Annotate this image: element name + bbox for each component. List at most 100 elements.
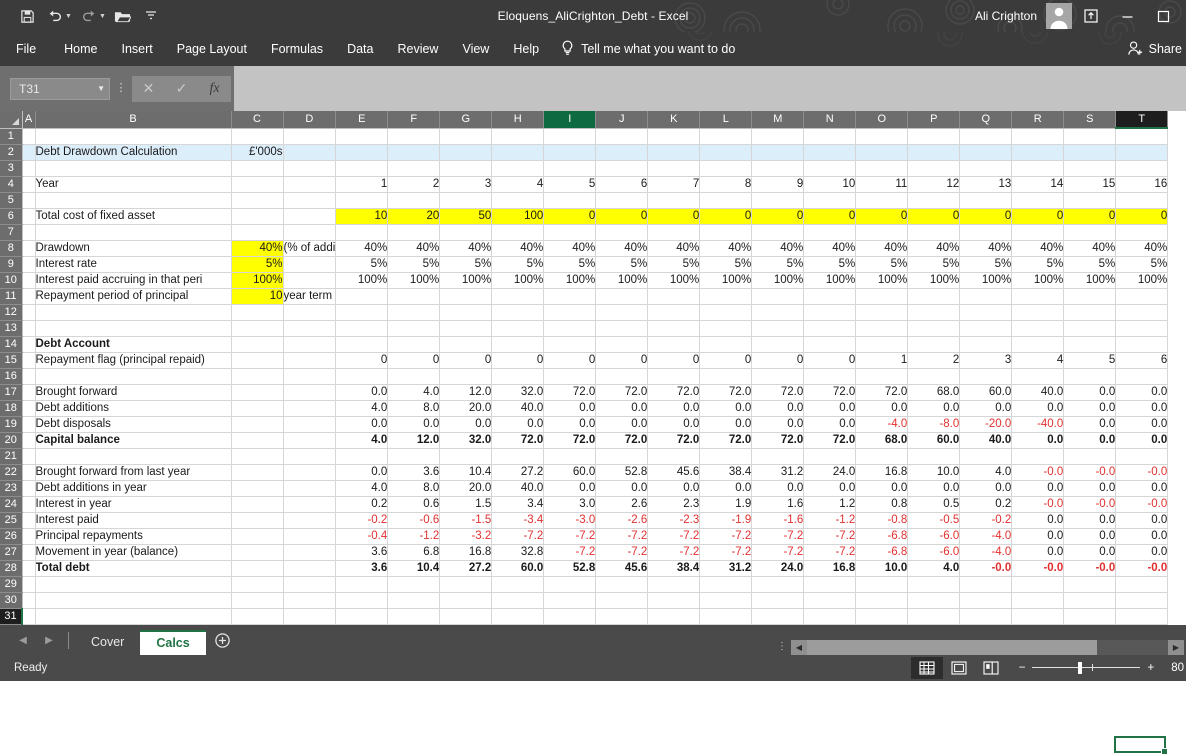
- row-header-18[interactable]: 18: [0, 400, 23, 417]
- cell-A19[interactable]: [22, 416, 36, 433]
- cell-C26[interactable]: [231, 528, 284, 545]
- cell-R13[interactable]: [1011, 320, 1065, 337]
- cell-E16[interactable]: [335, 368, 389, 385]
- cell-L4[interactable]: 8: [699, 176, 753, 193]
- cell-Q4[interactable]: 13: [959, 176, 1013, 193]
- cell-J12[interactable]: [595, 304, 649, 321]
- cell-G6[interactable]: 50: [439, 208, 493, 225]
- column-header-G[interactable]: G: [439, 111, 493, 129]
- cell-F21[interactable]: [387, 448, 441, 465]
- cell-O24[interactable]: 0.8: [855, 496, 909, 513]
- tell-me-search[interactable]: Tell me what you want to do: [551, 40, 735, 59]
- cell-K13[interactable]: [647, 320, 701, 337]
- cell-Q2[interactable]: [959, 144, 1013, 161]
- cell-R28[interactable]: -0.0: [1011, 559, 1065, 577]
- cell-K19[interactable]: 0.0: [647, 416, 701, 433]
- cell-N18[interactable]: 0.0: [803, 400, 857, 417]
- cell-C16[interactable]: [231, 368, 284, 385]
- column-header-L[interactable]: L: [699, 111, 753, 129]
- cell-A8[interactable]: [22, 240, 36, 257]
- cell-E4[interactable]: 1: [335, 176, 389, 193]
- cell-B19[interactable]: Debt disposals: [35, 416, 232, 433]
- cell-S14[interactable]: [1063, 336, 1117, 353]
- cell-I26[interactable]: -7.2: [543, 528, 597, 545]
- cell-T6[interactable]: 0: [1115, 208, 1169, 225]
- cell-O11[interactable]: [855, 288, 909, 305]
- cell-A20[interactable]: [22, 432, 36, 449]
- cell-E12[interactable]: [335, 304, 389, 321]
- row-header-7[interactable]: 7: [0, 224, 23, 241]
- cell-I30[interactable]: [543, 592, 597, 609]
- cell-T14[interactable]: [1115, 336, 1169, 353]
- cell-P19[interactable]: -8.0: [907, 416, 961, 433]
- cell-C4[interactable]: [231, 176, 284, 193]
- insert-function-icon[interactable]: fx: [198, 76, 231, 102]
- cell-N16[interactable]: [803, 368, 857, 385]
- cell-C11[interactable]: 10: [231, 288, 284, 305]
- cell-O4[interactable]: 11: [855, 176, 909, 193]
- column-header-F[interactable]: F: [387, 111, 441, 129]
- cell-L10[interactable]: 100%: [699, 272, 753, 289]
- cell-Q15[interactable]: 3: [959, 352, 1013, 369]
- cell-R26[interactable]: 0.0: [1011, 528, 1065, 545]
- cell-E14[interactable]: [335, 336, 389, 353]
- cell-N15[interactable]: 0: [803, 352, 857, 369]
- cell-D8[interactable]: (% of addi: [283, 240, 337, 257]
- cell-D16[interactable]: [283, 368, 337, 385]
- cell-A9[interactable]: [22, 256, 36, 273]
- cell-M29[interactable]: [751, 576, 805, 593]
- cell-J13[interactable]: [595, 320, 649, 337]
- cell-N27[interactable]: -7.2: [803, 544, 857, 561]
- cell-K4[interactable]: 7: [647, 176, 701, 193]
- cell-D6[interactable]: [283, 208, 337, 225]
- cell-G27[interactable]: 16.8: [439, 544, 493, 561]
- cell-C18[interactable]: [231, 400, 284, 417]
- cell-B29[interactable]: [35, 576, 232, 593]
- cell-N3[interactable]: [803, 160, 857, 177]
- cell-D1[interactable]: [283, 128, 337, 145]
- cell-S31[interactable]: [1063, 608, 1117, 625]
- cell-K21[interactable]: [647, 448, 701, 465]
- cell-P5[interactable]: [907, 192, 961, 209]
- cell-O19[interactable]: -4.0: [855, 416, 909, 433]
- cell-M22[interactable]: 31.2: [751, 464, 805, 481]
- cell-T31[interactable]: [1115, 608, 1169, 625]
- chevron-down-icon[interactable]: ▼: [97, 84, 105, 93]
- cell-D29[interactable]: [283, 576, 337, 593]
- ribbon-tab-home[interactable]: Home: [52, 32, 109, 66]
- cell-H30[interactable]: [491, 592, 545, 609]
- cell-T17[interactable]: 0.0: [1115, 384, 1169, 401]
- cell-S22[interactable]: -0.0: [1063, 464, 1117, 481]
- row-header-1[interactable]: 1: [0, 128, 23, 145]
- cell-D11[interactable]: year term: [283, 288, 337, 305]
- cell-B17[interactable]: Brought forward: [35, 384, 232, 401]
- cell-K25[interactable]: -2.3: [647, 512, 701, 529]
- cell-E1[interactable]: [335, 128, 389, 145]
- cell-P30[interactable]: [907, 592, 961, 609]
- cell-F6[interactable]: 20: [387, 208, 441, 225]
- cell-B27[interactable]: Movement in year (balance): [35, 544, 232, 561]
- cell-S26[interactable]: 0.0: [1063, 528, 1117, 545]
- cell-T13[interactable]: [1115, 320, 1169, 337]
- cell-F7[interactable]: [387, 224, 441, 241]
- cell-C25[interactable]: [231, 512, 284, 529]
- cell-G3[interactable]: [439, 160, 493, 177]
- cell-T30[interactable]: [1115, 592, 1169, 609]
- cell-Q6[interactable]: 0: [959, 208, 1013, 225]
- scroll-left-icon[interactable]: ◀: [791, 639, 807, 655]
- cell-D20[interactable]: [283, 432, 337, 449]
- cell-R4[interactable]: 14: [1011, 176, 1065, 193]
- row-header-19[interactable]: 19: [0, 416, 23, 433]
- cell-I29[interactable]: [543, 576, 597, 593]
- cell-E21[interactable]: [335, 448, 389, 465]
- cell-M4[interactable]: 9: [751, 176, 805, 193]
- row-header-2[interactable]: 2: [0, 144, 23, 161]
- cell-M18[interactable]: 0.0: [751, 400, 805, 417]
- cell-G29[interactable]: [439, 576, 493, 593]
- cell-C2[interactable]: £'000s: [231, 144, 284, 161]
- cell-T27[interactable]: 0.0: [1115, 544, 1169, 561]
- cell-P20[interactable]: 60.0: [907, 432, 961, 449]
- cell-M10[interactable]: 100%: [751, 272, 805, 289]
- cell-L9[interactable]: 5%: [699, 256, 753, 273]
- row-header-28[interactable]: 28: [0, 560, 23, 577]
